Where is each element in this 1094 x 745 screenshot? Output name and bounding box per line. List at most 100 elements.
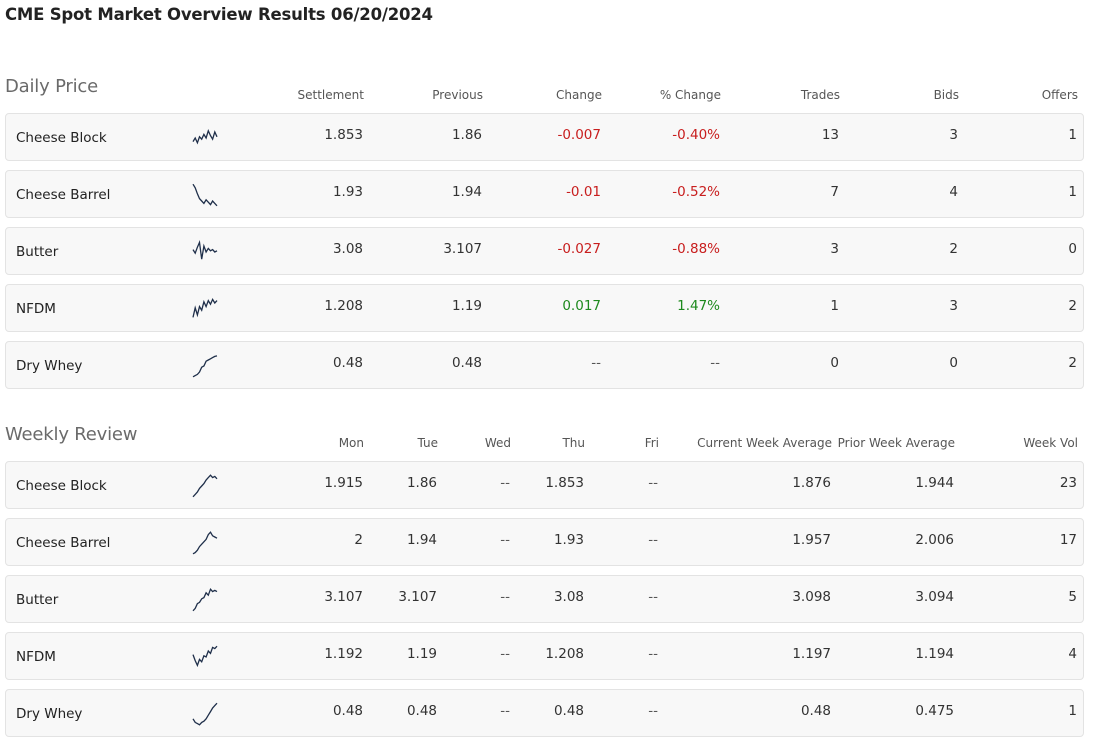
daily-row: Cheese Barrel 1.93 1.94 -0.01 -0.52% 7 4 1 [5,170,1084,218]
commodity-name: Cheese Barrel [16,535,111,551]
weekly-cell-mon: 2 [354,532,363,548]
sparkline-chart-icon [191,180,219,210]
weekly-header-thu: Thu [562,436,585,450]
weekly-cell-week-vol: 4 [1068,646,1077,662]
daily-cell-previous: 1.94 [451,184,482,200]
weekly-cell-fri: -- [648,646,658,662]
daily-cell-bids: 3 [949,298,958,314]
sparkline-path [192,355,218,378]
weekly-cell-wed: -- [500,646,510,662]
sparkline-chart-icon [191,528,219,558]
weekly-cell-tue: 0.48 [406,703,437,719]
weekly-cell-thu: 0.48 [553,703,584,719]
weekly-cell-prior-avg: 1.194 [915,646,954,662]
weekly-cell-mon: 3.107 [324,589,363,605]
daily-cell-change: -0.007 [557,127,601,143]
weekly-cell-thu: 1.853 [545,475,584,491]
sparkline-chart-icon [191,585,219,615]
daily-cell-previous: 3.107 [443,241,482,257]
daily-cell-pct-change: -- [710,355,720,371]
weekly-cell-mon: 1.192 [324,646,363,662]
weekly-cell-prior-avg: 3.094 [915,589,954,605]
daily-cell-trades: 3 [830,241,839,257]
commodity-name: Dry Whey [16,358,83,374]
weekly-cell-wed: -- [500,532,510,548]
commodity-name: Butter [16,592,59,608]
weekly-header-mon: Mon [338,436,364,450]
daily-cell-settlement: 1.208 [324,298,363,314]
daily-cell-offers: 1 [1068,184,1077,200]
weekly-row: Cheese Barrel 2 1.94 -- 1.93 -- 1.957 2.006 17 [5,518,1084,566]
weekly-header-current-avg: Current Week Average [697,436,832,450]
commodity-name: Butter [16,244,59,260]
weekly-cell-cur-avg: 1.197 [792,646,831,662]
daily-cell-bids: 2 [949,241,958,257]
weekly-cell-cur-avg: 3.098 [792,589,831,605]
weekly-cell-week-vol: 23 [1059,475,1077,491]
weekly-cell-tue: 3.107 [398,589,437,605]
sparkline-svg [192,531,218,555]
weekly-cell-week-vol: 1 [1068,703,1077,719]
sparkline-svg [192,239,218,260]
daily-cell-change: -- [591,355,601,371]
sparkline-path [192,474,218,498]
daily-header-bids: Bids [933,88,959,102]
daily-cell-offers: 2 [1068,355,1077,371]
daily-cell-pct-change: -0.88% [672,241,720,257]
daily-header-settlement: Settlement [297,88,364,102]
daily-cell-settlement: 3.08 [332,241,363,257]
weekly-row: NFDM 1.192 1.19 -- 1.208 -- 1.197 1.194 4 [5,632,1084,680]
weekly-cell-thu: 3.08 [553,589,584,605]
weekly-cell-fri: -- [648,589,658,605]
weekly-cell-wed: -- [500,589,510,605]
daily-price-title: Daily Price [5,76,98,97]
daily-cell-previous: 1.19 [451,298,482,314]
sparkline-chart-icon [191,642,219,672]
daily-cell-change: -0.027 [557,241,601,257]
daily-cell-offers: 1 [1068,127,1077,143]
weekly-cell-mon: 0.48 [332,703,363,719]
daily-cell-trades: 7 [830,184,839,200]
sparkline-svg [192,587,218,612]
weekly-cell-tue: 1.19 [406,646,437,662]
sparkline-chart-icon [191,237,219,267]
sparkline-path [192,702,218,726]
daily-cell-change: -0.01 [566,184,601,200]
commodity-name: Cheese Block [16,130,107,146]
weekly-cell-prior-avg: 1.944 [915,475,954,491]
sparkline-svg [192,702,218,726]
sparkline-chart-icon [191,699,219,729]
daily-cell-settlement: 1.853 [324,127,363,143]
sparkline-svg [192,355,218,378]
daily-header-offers: Offers [1041,88,1078,102]
weekly-cell-tue: 1.86 [406,475,437,491]
weekly-cell-mon: 1.915 [324,475,363,491]
weekly-cell-prior-avg: 2.006 [915,532,954,548]
weekly-cell-cur-avg: 0.48 [800,703,831,719]
sparkline-path [192,645,218,668]
sparkline-path [192,239,218,260]
weekly-cell-week-vol: 5 [1068,589,1077,605]
weekly-cell-fri: -- [648,475,658,491]
weekly-cell-cur-avg: 1.876 [792,475,831,491]
daily-cell-trades: 1 [830,298,839,314]
daily-cell-offers: 0 [1068,241,1077,257]
weekly-cell-cur-avg: 1.957 [792,532,831,548]
daily-cell-trades: 13 [821,127,839,143]
daily-cell-previous: 1.86 [451,127,482,143]
daily-row: Butter 3.08 3.107 -0.027 -0.88% 3 2 0 [5,227,1084,275]
daily-cell-pct-change: 1.47% [677,298,720,314]
weekly-header-fri: Fri [644,436,659,450]
weekly-cell-fri: -- [648,703,658,719]
weekly-cell-thu: 1.93 [553,532,584,548]
commodity-name: Cheese Block [16,478,107,494]
page-title: CME Spot Market Overview Results 06/20/2… [5,5,433,24]
weekly-header-tue: Tue [417,436,439,450]
sparkline-path [192,531,218,555]
weekly-row: Dry Whey 0.48 0.48 -- 0.48 -- 0.48 0.475 1 [5,689,1084,737]
sparkline-svg [192,297,218,318]
daily-row: Dry Whey 0.48 0.48 -- -- 0 0 2 [5,341,1084,389]
sparkline-path [192,183,218,207]
daily-row: NFDM 1.208 1.19 0.017 1.47% 1 3 2 [5,284,1084,332]
daily-cell-settlement: 0.48 [332,355,363,371]
